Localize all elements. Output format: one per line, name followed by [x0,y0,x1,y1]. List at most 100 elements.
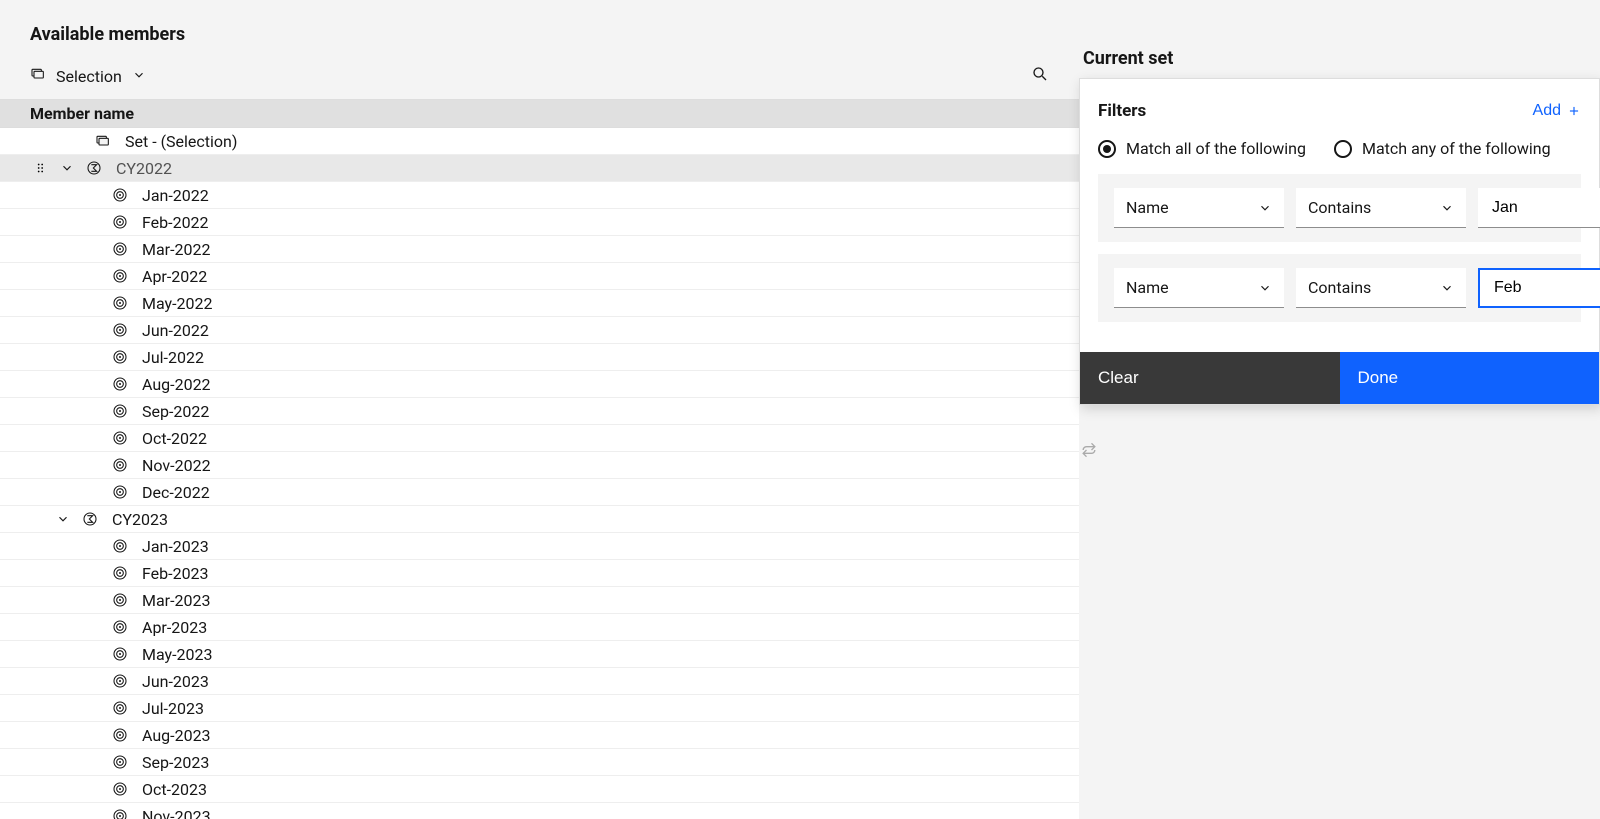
tree-leaf[interactable]: Jun-2022 [0,317,1079,344]
tree-row-label: May-2022 [142,294,213,313]
tree-leaf[interactable]: Jul-2022 [0,344,1079,371]
match-any-label: Match any of the following [1362,139,1551,158]
member-tree[interactable]: Set - (Selection) CY2022 Jan-2022 Feb-2022 M… [0,128,1079,819]
filters-title: Filters [1098,101,1533,121]
tree-leaf[interactable]: Feb-2023 [0,560,1079,587]
set-icon [95,133,111,149]
filter-op-label: Contains [1308,278,1371,297]
tree-leaf[interactable]: Oct-2022 [0,425,1079,452]
tree-leaf[interactable]: Aug-2023 [0,722,1079,749]
done-button[interactable]: Done [1340,352,1600,404]
available-members-title: Available members [0,0,1079,59]
tree-leaf[interactable]: May-2023 [0,641,1079,668]
tree-row-label: CY2023 [112,510,168,529]
chevron-down-icon[interactable] [56,512,72,526]
match-all-radio[interactable]: Match all of the following [1098,139,1306,158]
filter-value-input[interactable] [1478,268,1600,308]
tree-row-label: Aug-2022 [142,375,211,394]
tree-row-label: CY2022 [116,159,172,178]
tree-branch[interactable]: CY2023 [0,506,1079,533]
target-icon [112,322,128,338]
tree-leaf[interactable]: Jan-2023 [0,533,1079,560]
tree-leaf[interactable]: Apr-2022 [0,263,1079,290]
radio-on-icon [1098,140,1116,158]
target-icon [112,241,128,257]
target-icon [112,565,128,581]
chevron-down-icon [1258,281,1272,295]
add-filter-label: Add [1533,102,1561,120]
clear-button[interactable]: Clear [1080,352,1340,404]
target-icon [112,673,128,689]
target-icon [112,484,128,500]
match-all-label: Match all of the following [1126,139,1306,158]
filter-op-select[interactable]: Contains [1296,268,1466,308]
target-icon [112,349,128,365]
chevron-down-icon [1440,281,1454,295]
tree-leaf[interactable]: Feb-2022 [0,209,1079,236]
tree-leaf[interactable]: Nov-2023 [0,803,1079,819]
tree-leaf[interactable]: Jul-2023 [0,695,1079,722]
target-icon [112,457,128,473]
tree-row-label: Apr-2023 [142,618,207,637]
filter-field-select[interactable]: Name [1114,188,1284,228]
sigma-icon [86,160,102,176]
target-icon [112,538,128,554]
tree-leaf[interactable]: Oct-2023 [0,776,1079,803]
tree-row-label: Jan-2022 [142,186,209,205]
filter-value-input[interactable] [1478,188,1600,228]
filter-field-select[interactable]: Name [1114,268,1284,308]
filter-op-label: Contains [1308,198,1371,217]
tree-leaf[interactable]: Sep-2022 [0,398,1079,425]
chevron-down-icon[interactable] [60,161,76,175]
tree-row-label: Set - (Selection) [125,132,237,151]
tree-row-label: Aug-2023 [142,726,211,745]
tree-row-label: Jan-2023 [142,537,209,556]
current-set-title: Current set [1079,24,1203,83]
tree-leaf[interactable]: Jun-2023 [0,668,1079,695]
target-icon [112,592,128,608]
radio-off-icon [1334,140,1352,158]
add-filter-button[interactable]: Add [1533,102,1581,120]
current-set-panel: Current set Filters Add [1079,0,1600,819]
filter-field-label: Name [1126,198,1169,217]
match-any-radio[interactable]: Match any of the following [1334,139,1551,158]
swap-icon[interactable] [1079,440,1101,462]
target-icon [112,268,128,284]
selection-dropdown[interactable] [132,67,146,86]
tree-leaf[interactable]: May-2022 [0,290,1079,317]
target-icon [112,403,128,419]
tree-leaf[interactable]: Aug-2022 [0,371,1079,398]
target-icon [112,187,128,203]
filter-field-label: Name [1126,278,1169,297]
tree-row-label: Mar-2023 [142,591,210,610]
target-icon [112,781,128,797]
filter-row: Name Contains [1098,254,1581,322]
target-icon [112,619,128,635]
tree-leaf[interactable]: Mar-2023 [0,587,1079,614]
target-icon [112,214,128,230]
tree-row-label: Jul-2023 [142,699,204,718]
target-icon [112,700,128,716]
tree-leaf[interactable]: Nov-2022 [0,452,1079,479]
drag-handle-icon[interactable] [34,161,50,175]
tree-set-header[interactable]: Set - (Selection) [0,128,1079,155]
tree-leaf[interactable]: Jan-2022 [0,182,1079,209]
target-icon [112,808,128,819]
tree-leaf[interactable]: Dec-2022 [0,479,1079,506]
tree-row-label: Sep-2023 [142,753,209,772]
search-button[interactable] [1031,65,1049,87]
filter-op-select[interactable]: Contains [1296,188,1466,228]
filters-popover: Filters Add Match all of the following M… [1079,78,1600,405]
tree-leaf[interactable]: Apr-2023 [0,614,1079,641]
target-icon [112,754,128,770]
tree-row-label: Oct-2022 [142,429,207,448]
chevron-down-icon [1440,201,1454,215]
target-icon [112,430,128,446]
filter-row: Name Contains [1098,174,1581,242]
tree-row-label: Mar-2022 [142,240,210,259]
tree-leaf[interactable]: Mar-2022 [0,236,1079,263]
tree-leaf[interactable]: Sep-2023 [0,749,1079,776]
target-icon [112,295,128,311]
tree-branch[interactable]: CY2022 [0,155,1079,182]
tree-row-label: Jun-2022 [142,321,209,340]
